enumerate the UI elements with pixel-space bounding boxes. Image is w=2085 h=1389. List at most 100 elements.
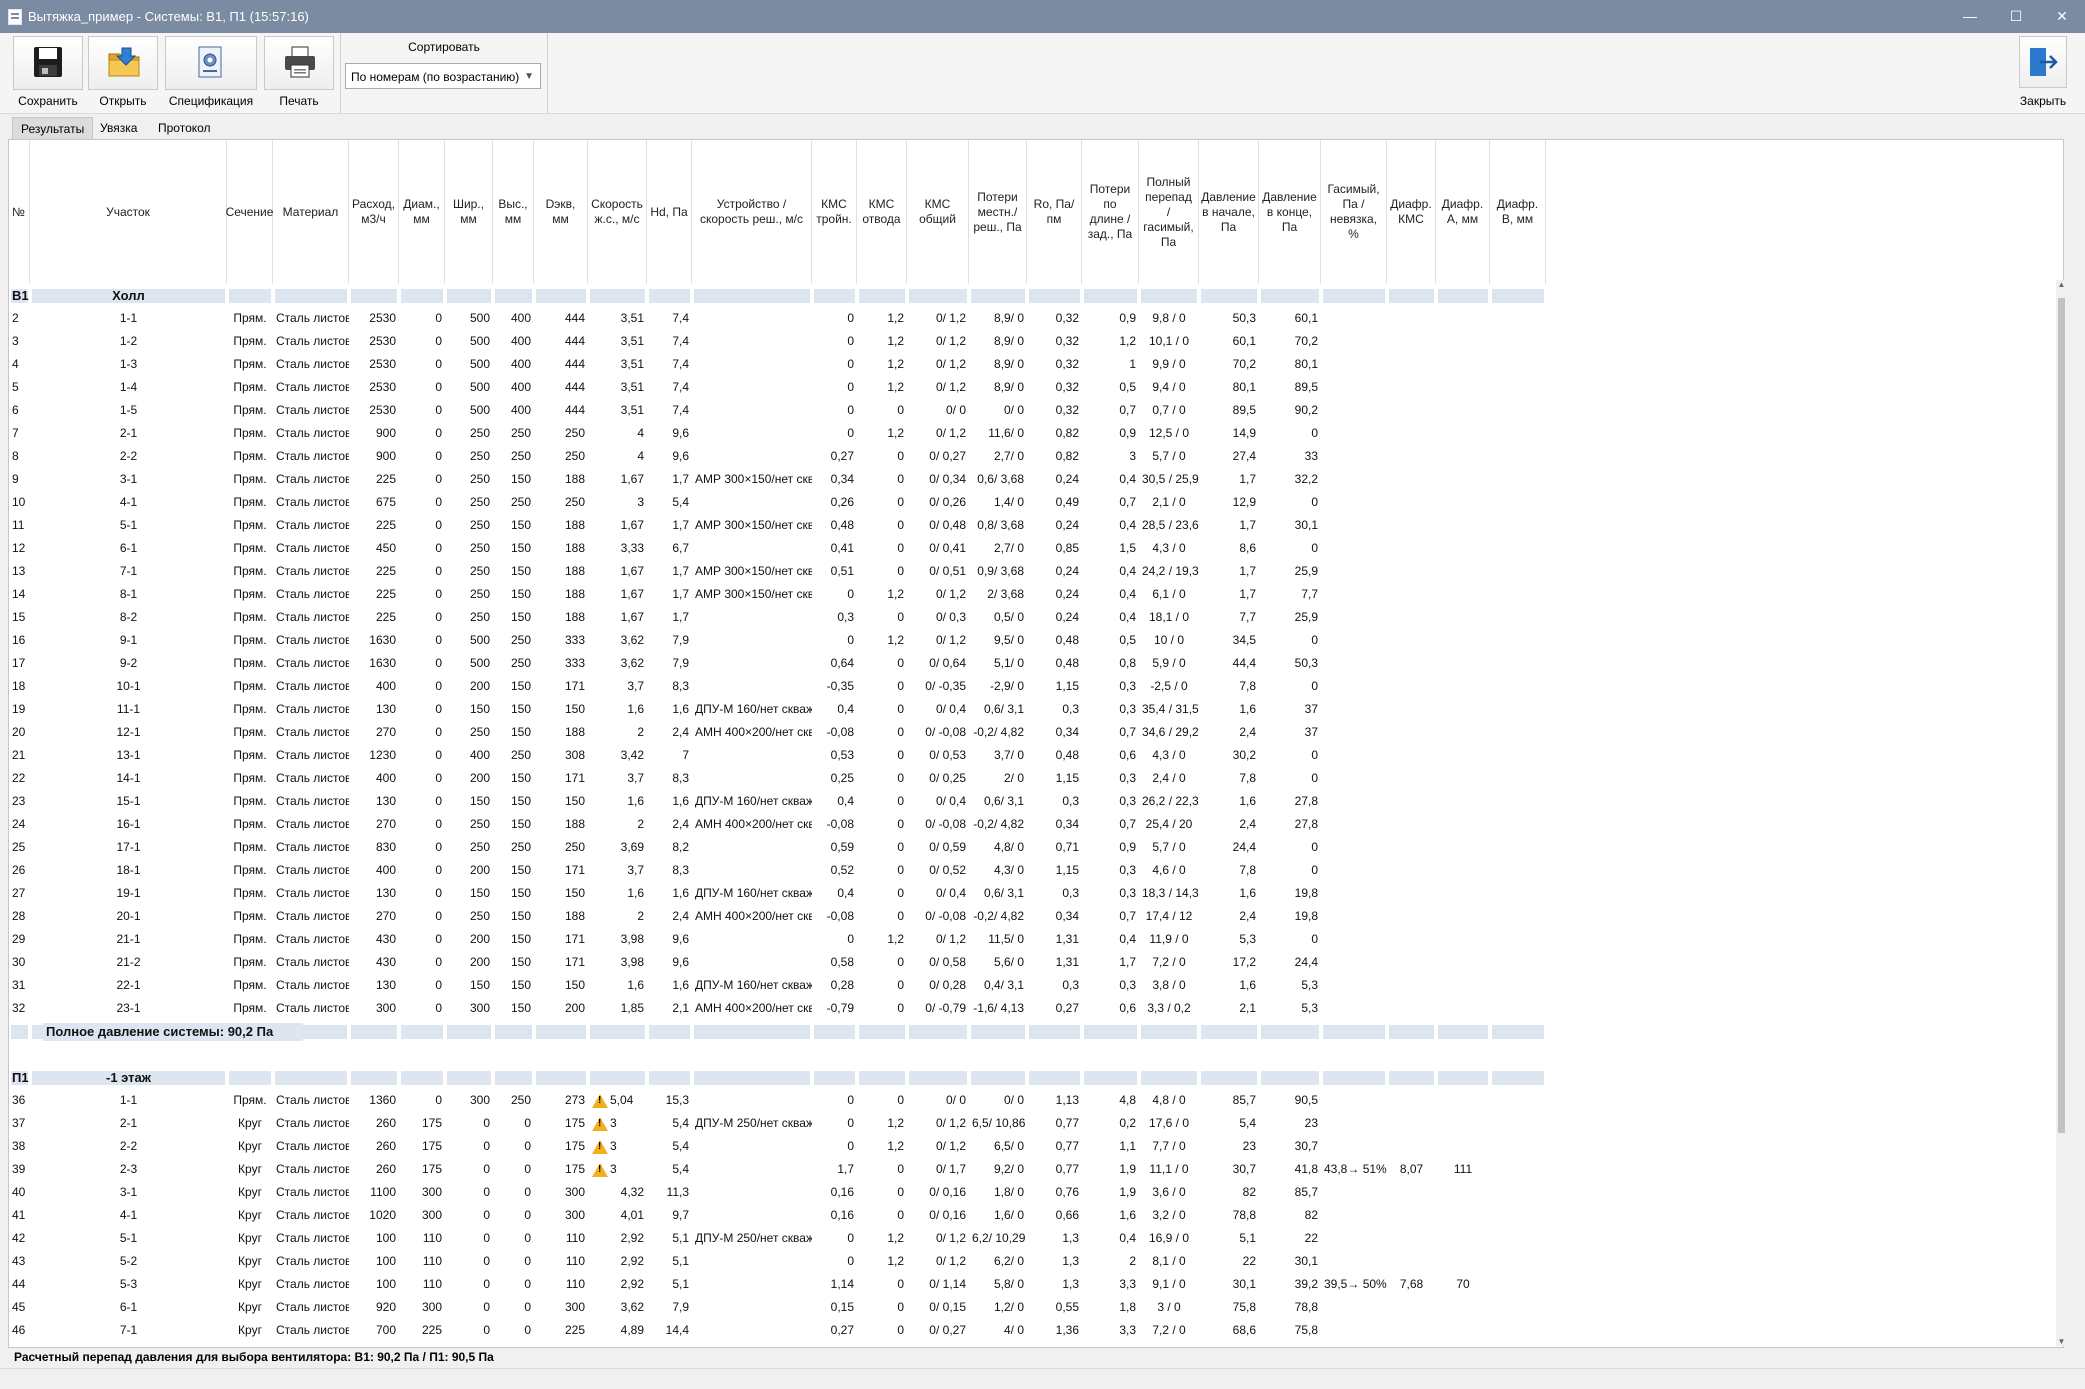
table-row[interactable]: 19 11-1 Прям. Сталь листовая 130 0 150 150 150 1,… <box>9 698 2054 721</box>
table-row[interactable]: 42 5-1 Круг Сталь листовая 100 110 0 0 110 2,92 5,… <box>9 1227 2054 1250</box>
table-row[interactable]: 23 15-1 Прям. Сталь листовая 130 0 150 150 150 1,… <box>9 790 2054 813</box>
print-button[interactable]: Печать <box>264 36 334 110</box>
scroll-down-icon[interactable]: ▼ <box>2056 1337 2067 1346</box>
system-group-row[interactable]: П1 -1 этаж <box>9 1066 2054 1089</box>
column-header-total-drop[interactable]: Полный перепад / гасимый, Па <box>1139 140 1199 284</box>
table-row[interactable]: 26 18-1 Прям. Сталь листовая 400 0 200 150 171 3,… <box>9 859 2054 882</box>
table-row[interactable]: 7 2-1 Прям. Сталь листовая 900 0 250 250 250 4 9,6… <box>9 422 2054 445</box>
column-header-damped[interactable]: Гасимый, Па / невязка, % <box>1321 140 1387 284</box>
column-header-local-losses[interactable]: Потери местн./реш., Па <box>969 140 1027 284</box>
column-header-hd[interactable]: Hd, Па <box>647 140 692 284</box>
table-row[interactable]: 13 7-1 Прям. Сталь листовая 225 0 250 150 188 1,6… <box>9 560 2054 583</box>
table-row[interactable]: 24 16-1 Прям. Сталь листовая 270 0 250 150 188 2 2… <box>9 813 2054 836</box>
cell-diameter: 0 <box>435 610 442 624</box>
table-row[interactable]: 20 12-1 Прям. Сталь листовая 270 0 250 150 188 2 2… <box>9 721 2054 744</box>
table-row[interactable]: 12 6-1 Прям. Сталь листовая 450 0 250 150 188 3,3… <box>9 537 2054 560</box>
column-header-diaphragm-a[interactable]: Диафр. A, мм <box>1436 140 1490 284</box>
cell-material: Сталь листовая <box>276 1139 349 1153</box>
vertical-scrollbar[interactable]: ▲ ▼ <box>2056 280 2067 1346</box>
table-row[interactable]: 31 22-1 Прям. Сталь листовая 130 0 150 150 150 1,… <box>9 974 2054 997</box>
column-header-height[interactable]: Выс., мм <box>493 140 534 284</box>
table-row[interactable]: 11 5-1 Прям. Сталь листовая 225 0 250 150 188 1,6… <box>9 514 2054 537</box>
group-separator <box>495 1071 532 1085</box>
cell-pressure-end: 22 <box>1304 1231 1318 1245</box>
column-header-velocity[interactable]: Скорость ж.с., м/с <box>588 140 647 284</box>
table-row[interactable]: 17 9-2 Прям. Сталь листовая 1630 0 500 250 333 3,… <box>9 652 2054 675</box>
table-row[interactable]: 9 3-1 Прям. Сталь листовая 225 0 250 150 188 1,67… <box>9 468 2054 491</box>
column-header-kms-total[interactable]: КМС общий <box>907 140 969 284</box>
column-header-diaphragm-kms[interactable]: Диафр. КМС <box>1387 140 1436 284</box>
system-total-row[interactable]: Полное давление системы: 90,2 Па <box>9 1020 2054 1043</box>
column-header-length-losses[interactable]: Потери по длине / зад., Па <box>1082 140 1139 284</box>
table-row[interactable]: 22 14-1 Прям. Сталь листовая 400 0 200 150 171 3,… <box>9 767 2054 790</box>
minimize-button[interactable]: — <box>1947 0 1993 33</box>
scroll-thumb[interactable] <box>2058 298 2065 1133</box>
table-row[interactable]: 2 1-1 Прям. Сталь листовая 2530 0 500 400 444 3,5… <box>9 307 2054 330</box>
column-header-d-equiv[interactable]: Dэкв, мм <box>534 140 588 284</box>
column-header-pressure-end[interactable]: Давление в конце, Па <box>1259 140 1321 284</box>
tab-linking[interactable]: Увязка <box>92 117 145 139</box>
save-button[interactable]: Сохранить <box>13 36 83 110</box>
scroll-up-icon[interactable]: ▲ <box>2056 280 2067 289</box>
table-row[interactable]: 36 1-1 Прям. Сталь листовая 1360 0 300 250 273 5,… <box>9 1089 2054 1112</box>
table-row[interactable]: 28 20-1 Прям. Сталь листовая 270 0 250 150 188 2 2… <box>9 905 2054 928</box>
column-header-kms-tee[interactable]: КМС тройн. <box>812 140 857 284</box>
table-row[interactable]: 39 2-3 Круг Сталь листовая 260 175 0 0 175 3 5,4 1,… <box>9 1158 2054 1181</box>
maximize-button[interactable]: ☐ <box>1993 0 2039 33</box>
cell-height: 0 <box>524 1231 531 1245</box>
table-row[interactable]: 15 8-2 Прям. Сталь листовая 225 0 250 150 188 1,6… <box>9 606 2054 629</box>
column-header-pressure-start[interactable]: Давление в начале, Па <box>1199 140 1259 284</box>
cell-ro: 0,55 <box>1055 1300 1079 1314</box>
table-row[interactable]: 10 4-1 Прям. Сталь листовая 675 0 250 250 250 3 5,… <box>9 491 2054 514</box>
system-group-row[interactable]: В1 Холл <box>9 284 2054 307</box>
table-row[interactable]: 27 19-1 Прям. Сталь листовая 130 0 150 150 150 1,… <box>9 882 2054 905</box>
cell-device <box>692 1250 812 1273</box>
cell-material: Сталь листовая <box>276 702 349 716</box>
table-row[interactable]: 18 10-1 Прям. Сталь листовая 400 0 200 150 171 3,… <box>9 675 2054 698</box>
table-row[interactable]: 25 17-1 Прям. Сталь листовая 830 0 250 250 250 3,… <box>9 836 2054 859</box>
column-header-airflow[interactable]: Расход, м3/ч <box>349 140 399 284</box>
table-row[interactable]: 45 6-1 Круг Сталь листовая 920 300 0 0 300 3,62 7,… <box>9 1296 2054 1319</box>
cell-ro: 0,77 <box>1055 1139 1079 1153</box>
table-row[interactable]: 40 3-1 Круг Сталь листовая 1100 300 0 0 300 4,32 1… <box>9 1181 2054 1204</box>
table-row[interactable]: 8 2-2 Прям. Сталь листовая 900 0 250 250 250 4 9,6… <box>9 445 2054 468</box>
column-header-device[interactable]: Устройство / скорость реш., м/с <box>692 140 812 284</box>
sort-select[interactable]: По номерам (по возрастанию) ▼ <box>345 63 541 89</box>
table-row[interactable]: 46 7-1 Круг Сталь листовая 700 225 0 0 225 4,89 14… <box>9 1319 2054 1342</box>
table-row[interactable]: 21 13-1 Прям. Сталь листовая 1230 0 400 250 308 3… <box>9 744 2054 767</box>
table-row[interactable]: 6 1-5 Прям. Сталь листовая 2530 0 500 400 444 3,5… <box>9 399 2054 422</box>
column-header-material[interactable]: Материал <box>273 140 349 284</box>
table-row[interactable]: 43 5-2 Круг Сталь листовая 100 110 0 0 110 2,92 5,… <box>9 1250 2054 1273</box>
cell-damped: 39,5→ 50% <box>1324 1277 1387 1291</box>
column-header-diameter[interactable]: Диам., мм <box>399 140 445 284</box>
tab-results[interactable]: Результаты <box>12 117 94 140</box>
cell-diaphragm-kms <box>1387 1204 1436 1227</box>
column-header-diaphragm-b[interactable]: Диафр. B, мм <box>1490 140 1546 284</box>
table-row[interactable]: 32 23-1 Прям. Сталь листовая 300 0 300 150 200 1,… <box>9 997 2054 1020</box>
cell-pressure-end: 0 <box>1311 840 1318 854</box>
close-button[interactable]: Закрыть <box>2012 36 2074 110</box>
table-row[interactable]: 41 4-1 Круг Сталь листовая 1020 300 0 0 300 4,01 9… <box>9 1204 2054 1227</box>
table-row[interactable]: 5 1-4 Прям. Сталь листовая 2530 0 500 400 444 3,5… <box>9 376 2054 399</box>
tab-protocol[interactable]: Протокол <box>150 117 219 139</box>
table-row[interactable]: 4 1-3 Прям. Сталь листовая 2530 0 500 400 444 3,5… <box>9 353 2054 376</box>
column-header-width[interactable]: Шир., мм <box>445 140 493 284</box>
cell-diaphragm-b <box>1490 652 1546 675</box>
close-window-button[interactable]: ✕ <box>2039 0 2085 33</box>
table-row[interactable]: 38 2-2 Круг Сталь листовая 260 175 0 0 175 3 5,4 0 1… <box>9 1135 2054 1158</box>
table-row[interactable]: 16 9-1 Прям. Сталь листовая 1630 0 500 250 333 3,… <box>9 629 2054 652</box>
table-row[interactable]: 44 5-3 Круг Сталь листовая 100 110 0 0 110 2,92 5,… <box>9 1273 2054 1296</box>
column-header-ro[interactable]: Ro, Па/пм <box>1027 140 1082 284</box>
specification-button[interactable]: Спецификация <box>164 36 258 110</box>
column-header-section-name[interactable]: Участок <box>30 140 227 284</box>
table-row[interactable]: 3 1-2 Прям. Сталь листовая 2530 0 500 400 444 3,5… <box>9 330 2054 353</box>
table-row[interactable]: 37 2-1 Круг Сталь листовая 260 175 0 0 175 3 5,4 ДП… <box>9 1112 2054 1135</box>
table-row[interactable]: 29 21-1 Прям. Сталь листовая 430 0 200 150 171 3,… <box>9 928 2054 951</box>
column-header-kms-bend[interactable]: КМС отвода <box>857 140 907 284</box>
column-header-num[interactable]: № <box>9 140 30 284</box>
table-row[interactable]: 14 8-1 Прям. Сталь листовая 225 0 250 150 188 1,6… <box>9 583 2054 606</box>
table-row[interactable]: 30 21-2 Прям. Сталь листовая 430 0 200 150 171 3,… <box>9 951 2054 974</box>
open-button[interactable]: Открыть <box>88 36 158 110</box>
column-header-section-shape[interactable]: Сечение <box>226 140 273 284</box>
group-separator <box>971 289 1025 303</box>
